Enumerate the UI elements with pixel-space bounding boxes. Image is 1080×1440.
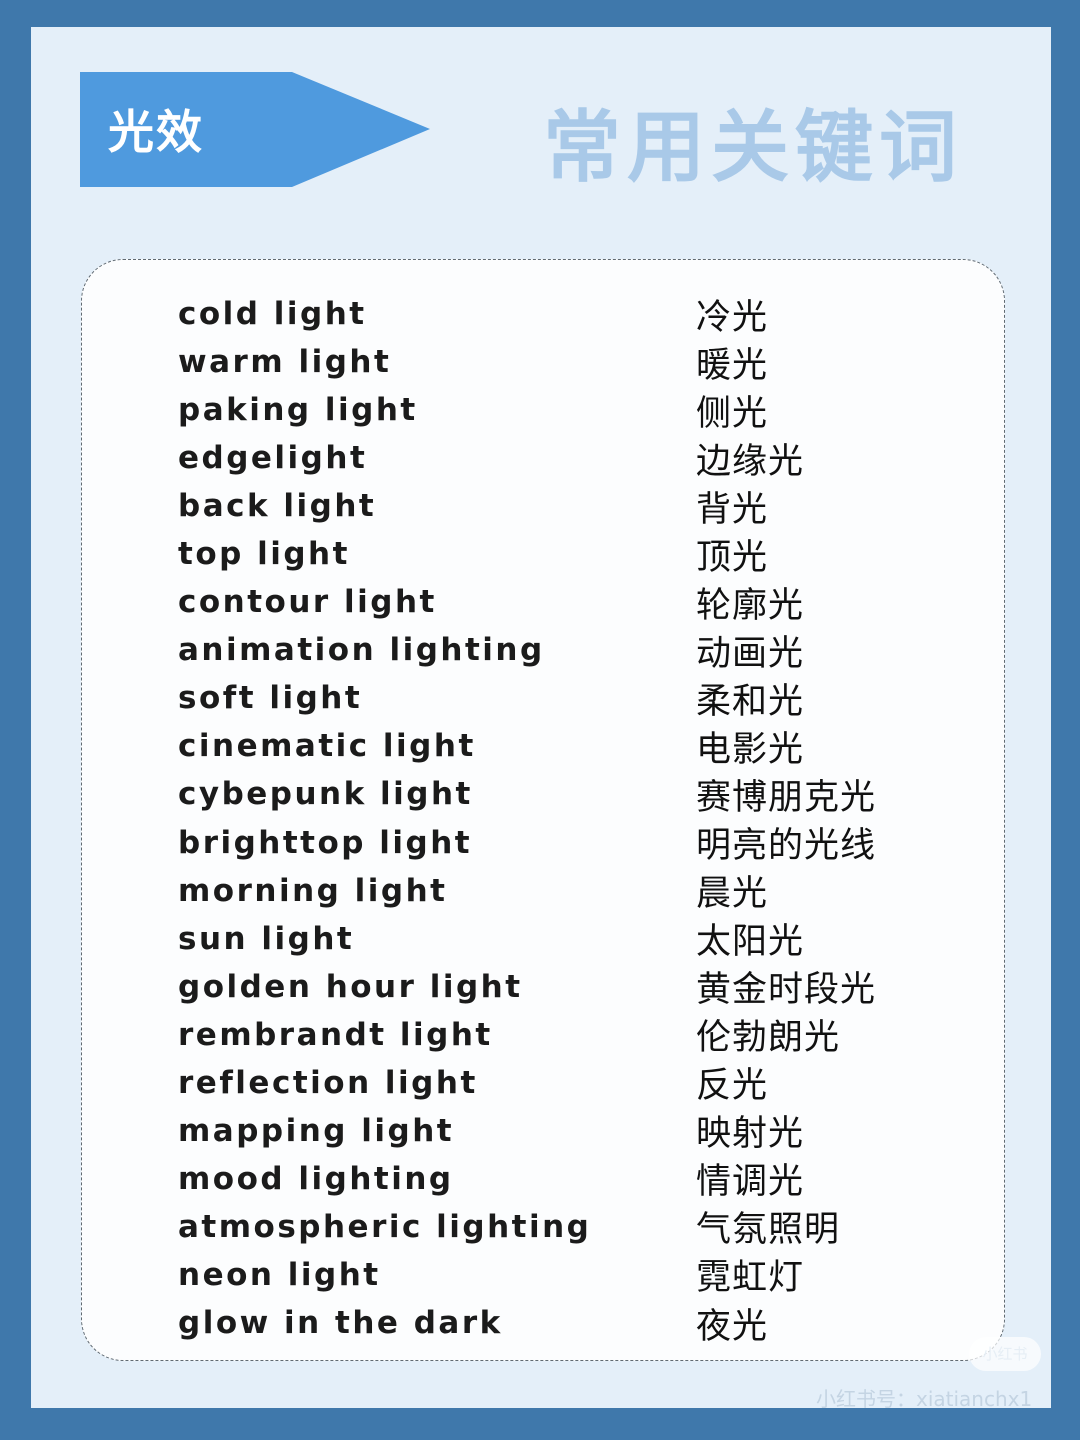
keyword-english: cinematic light xyxy=(178,728,476,765)
keyword-chinese: 电影光 xyxy=(696,729,805,770)
keyword-row: mapping light 映射光 xyxy=(178,1107,876,1155)
keyword-chinese: 动画光 xyxy=(696,633,805,674)
keyword-english: warm light xyxy=(178,344,392,381)
keyword-row: paking light 侧光 xyxy=(178,386,876,434)
keyword-row: cybepunk light 赛博朋克光 xyxy=(178,770,876,818)
keyword-row: neon light 霓虹灯 xyxy=(178,1251,876,1299)
keyword-english: edgelight xyxy=(178,440,368,477)
watermark-text: 小红书号：xiatianchx1 xyxy=(816,1387,1033,1411)
keyword-chinese: 边缘光 xyxy=(696,441,805,482)
keyword-chinese: 太阳光 xyxy=(696,922,805,963)
keyword-english: brighttop light xyxy=(178,824,473,861)
keyword-chinese: 霓虹灯 xyxy=(696,1258,805,1299)
keyword-english: back light xyxy=(178,488,377,525)
keyword-row: top light 顶光 xyxy=(178,530,876,578)
keyword-english: cold light xyxy=(178,296,367,333)
keyword-row: golden hour light 黄金时段光 xyxy=(178,963,876,1011)
keyword-chinese: 黄金时段光 xyxy=(696,970,877,1011)
keyword-row: sun light 太阳光 xyxy=(178,915,876,963)
keyword-row: brighttop light 明亮的光线 xyxy=(178,819,876,867)
keyword-row: soft light 柔和光 xyxy=(178,674,876,722)
keyword-english: animation lighting xyxy=(178,632,545,669)
keyword-english: sun light xyxy=(178,920,355,957)
keyword-row: atmospheric lighting 气氛照明 xyxy=(178,1203,876,1251)
keyword-row: animation lighting 动画光 xyxy=(178,626,876,674)
keyword-list: cold light 冷光 warm light 暖光 paking light 侧光 ed… xyxy=(178,290,876,1347)
category-tag-label: 光效 xyxy=(108,105,204,159)
keyword-row: reflection light 反光 xyxy=(178,1059,876,1107)
keyword-english: mapping light xyxy=(178,1112,455,1149)
keyword-row: contour light 轮廓光 xyxy=(178,578,876,626)
keyword-row: glow in the dark 夜光 xyxy=(178,1299,876,1347)
page-panel: 光效 常用关键词 cold light 冷光 warm light 暖光 paking … xyxy=(31,27,1051,1411)
keyword-english: rembrandt light xyxy=(178,1016,493,1053)
keyword-row: back light 背光 xyxy=(178,482,876,530)
keyword-english: top light xyxy=(178,536,350,573)
keyword-row: warm light 暖光 xyxy=(178,338,876,386)
keyword-row: mood lighting 情调光 xyxy=(178,1155,876,1203)
keyword-english: cybepunk light xyxy=(178,776,473,813)
keyword-chinese: 赛博朋克光 xyxy=(696,778,877,818)
keyword-chinese: 轮廓光 xyxy=(696,585,805,626)
keyword-chinese: 柔和光 xyxy=(696,681,805,722)
keyword-chinese: 映射光 xyxy=(696,1114,805,1155)
keyword-english: atmospheric lighting xyxy=(178,1208,592,1245)
keyword-chinese: 夜光 xyxy=(696,1306,769,1347)
keyword-row: cold light 冷光 xyxy=(178,290,876,338)
category-tag: 光效 xyxy=(80,72,430,187)
keyword-chinese: 晨光 xyxy=(696,874,769,915)
keyword-english: contour light xyxy=(178,584,437,621)
keyword-english: glow in the dark xyxy=(178,1305,503,1341)
keyword-english: paking light xyxy=(178,392,418,429)
keyword-row: edgelight 边缘光 xyxy=(178,434,876,482)
keyword-chinese: 冷光 xyxy=(696,297,769,338)
keyword-chinese: 伦勃朗光 xyxy=(696,1018,841,1059)
page-title: 常用关键词 xyxy=(543,102,964,193)
keyword-chinese: 暖光 xyxy=(696,345,769,386)
keyword-chinese: 侧光 xyxy=(696,393,769,434)
keyword-english: mood lighting xyxy=(178,1160,454,1197)
keyword-chinese: 情调光 xyxy=(696,1162,805,1203)
keyword-english: soft light xyxy=(178,680,363,717)
keyword-row: rembrandt light 伦勃朗光 xyxy=(178,1011,876,1059)
keyword-english: neon light xyxy=(178,1256,381,1293)
keyword-chinese: 气氛照明 xyxy=(696,1210,841,1251)
keyword-chinese: 顶光 xyxy=(696,537,769,578)
keyword-english: golden hour light xyxy=(178,968,523,1005)
keyword-card: cold light 冷光 warm light 暖光 paking light 侧光 ed… xyxy=(81,259,1005,1361)
keyword-row: cinematic light 电影光 xyxy=(178,722,876,770)
keyword-english: reflection light xyxy=(178,1064,478,1101)
watermark-badge: 小红书 xyxy=(969,1337,1041,1371)
keyword-chinese: 反光 xyxy=(696,1066,769,1107)
keyword-chinese: 背光 xyxy=(696,489,769,530)
keyword-chinese: 明亮的光线 xyxy=(696,826,877,867)
keyword-row: morning light 晨光 xyxy=(178,867,876,915)
keyword-english: morning light xyxy=(178,872,448,909)
